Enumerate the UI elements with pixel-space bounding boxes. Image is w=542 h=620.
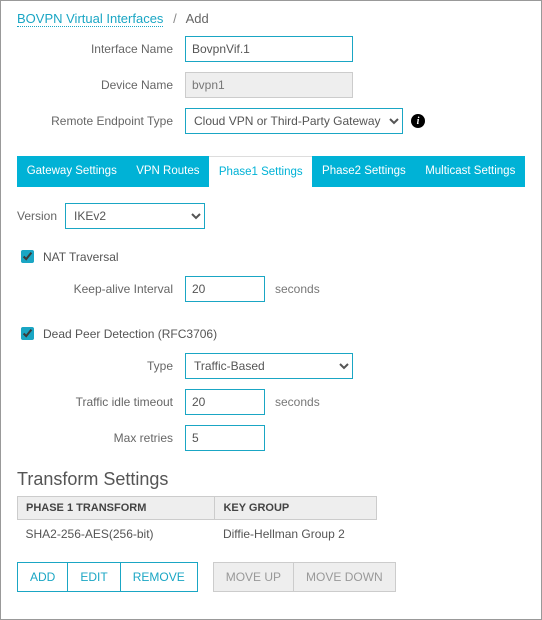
col-phase1-transform: PHASE 1 TRANSFORM bbox=[18, 497, 215, 520]
dpd-type-label: Type bbox=[17, 359, 185, 373]
page-container: BOVPN Virtual Interfaces / Add Interface… bbox=[0, 0, 542, 620]
idle-timeout-label: Traffic idle timeout bbox=[17, 395, 185, 409]
tab-phase1-settings[interactable]: Phase1 Settings bbox=[209, 156, 312, 187]
device-name-input bbox=[185, 72, 353, 98]
transform-table: PHASE 1 TRANSFORM KEY GROUP SHA2-256-AES… bbox=[17, 496, 377, 548]
idle-timeout-unit: seconds bbox=[275, 395, 320, 409]
nat-traversal-checkbox[interactable] bbox=[21, 250, 34, 263]
nat-traversal-label: NAT Traversal bbox=[43, 250, 119, 264]
table-row[interactable]: SHA2-256-AES(256-bit) Diffie-Hellman Gro… bbox=[18, 520, 377, 549]
interface-name-label: Interface Name bbox=[17, 42, 185, 56]
breadcrumb-separator: / bbox=[173, 11, 177, 26]
moveup-button: MOVE UP bbox=[213, 562, 294, 592]
keepalive-label: Keep-alive Interval bbox=[17, 282, 185, 296]
breadcrumb: BOVPN Virtual Interfaces / Add bbox=[17, 11, 525, 26]
transform-settings-title: Transform Settings bbox=[17, 469, 525, 490]
remote-endpoint-label: Remote Endpoint Type bbox=[17, 114, 185, 128]
dpd-label: Dead Peer Detection (RFC3706) bbox=[43, 327, 217, 341]
max-retries-label: Max retries bbox=[17, 431, 185, 445]
device-name-label: Device Name bbox=[17, 78, 185, 92]
info-icon[interactable]: i bbox=[411, 114, 425, 128]
cell-transform: SHA2-256-AES(256-bit) bbox=[18, 520, 215, 549]
dpd-checkbox[interactable] bbox=[21, 327, 34, 340]
tab-gateway-settings[interactable]: Gateway Settings bbox=[17, 156, 127, 187]
cell-keygroup: Diffie-Hellman Group 2 bbox=[215, 520, 377, 549]
keepalive-input[interactable] bbox=[185, 276, 265, 302]
tab-vpn-routes[interactable]: VPN Routes bbox=[127, 156, 210, 187]
version-label: Version bbox=[17, 209, 57, 223]
remove-button[interactable]: REMOVE bbox=[120, 562, 198, 592]
max-retries-input[interactable] bbox=[185, 425, 265, 451]
interface-name-input[interactable] bbox=[185, 36, 353, 62]
breadcrumb-parent-link[interactable]: BOVPN Virtual Interfaces bbox=[17, 11, 163, 27]
idle-timeout-input[interactable] bbox=[185, 389, 265, 415]
tab-phase2-settings[interactable]: Phase2 Settings bbox=[312, 156, 415, 187]
version-select[interactable]: IKEv2 bbox=[65, 203, 205, 229]
col-key-group: KEY GROUP bbox=[215, 497, 377, 520]
add-button[interactable]: ADD bbox=[17, 562, 68, 592]
movedown-button: MOVE DOWN bbox=[293, 562, 396, 592]
keepalive-unit: seconds bbox=[275, 282, 320, 296]
edit-button[interactable]: EDIT bbox=[67, 562, 120, 592]
dpd-type-select[interactable]: Traffic-Based bbox=[185, 353, 353, 379]
tab-multicast-settings[interactable]: Multicast Settings bbox=[416, 156, 526, 187]
remote-endpoint-select[interactable]: Cloud VPN or Third-Party Gateway bbox=[185, 108, 403, 134]
breadcrumb-current: Add bbox=[186, 11, 209, 26]
tab-bar: Gateway Settings VPN Routes Phase1 Setti… bbox=[17, 156, 525, 187]
